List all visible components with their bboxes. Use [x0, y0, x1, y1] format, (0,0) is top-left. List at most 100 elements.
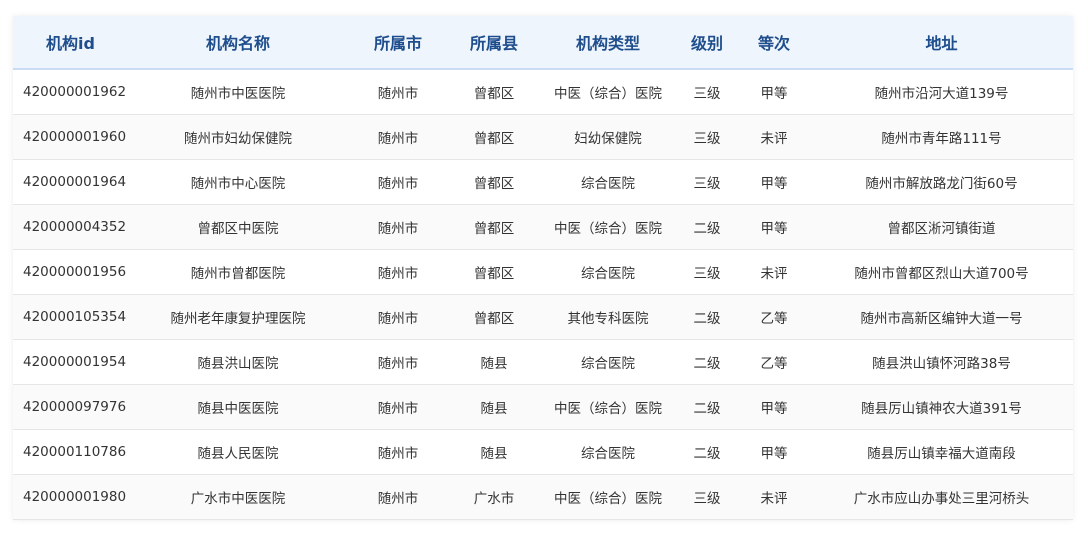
header-institution-name[interactable]: 机构名称 [128, 16, 348, 70]
cell-institution-type: 综合医院 [540, 339, 676, 385]
cell-institution-type: 其他专科医院 [540, 294, 676, 340]
cell-grade: 未评 [738, 249, 810, 295]
header-grade[interactable]: 等次 [738, 16, 810, 70]
cell-institution-id: 420000001960 [13, 114, 128, 160]
cell-grade: 未评 [738, 114, 810, 160]
cell-county: 曾都区 [448, 249, 540, 295]
cell-institution-id: 420000001956 [13, 249, 128, 295]
cell-county: 随县 [448, 429, 540, 475]
header-city[interactable]: 所属市 [348, 16, 448, 70]
table-row[interactable]: 420000001954 随县洪山医院 随州市 随县 综合医院 二级 乙等 随县… [13, 339, 1073, 385]
cell-institution-type: 综合医院 [540, 159, 676, 205]
cell-address: 随州市解放路龙门街60号 [810, 159, 1073, 205]
cell-institution-type: 中医（综合）医院 [540, 384, 676, 430]
cell-institution-name: 随州市妇幼保健院 [128, 114, 348, 160]
cell-county: 广水市 [448, 474, 540, 520]
cell-grade: 甲等 [738, 159, 810, 205]
cell-level: 三级 [676, 474, 738, 520]
table-header: 机构id 机构名称 所属市 所属县 机构类型 级别 等次 地址 [13, 16, 1073, 70]
cell-address: 随州市青年路111号 [810, 114, 1073, 160]
cell-grade: 乙等 [738, 339, 810, 385]
cell-institution-id: 420000001954 [13, 339, 128, 385]
cell-county: 曾都区 [448, 294, 540, 340]
cell-institution-id: 420000001980 [13, 474, 128, 520]
cell-address: 随州市沿河大道139号 [810, 69, 1073, 115]
hospital-table-container: 机构id 机构名称 所属市 所属县 机构类型 级别 等次 地址 42000000… [13, 16, 1073, 520]
cell-county: 曾都区 [448, 204, 540, 250]
cell-address: 随县厉山镇幸福大道南段 [810, 429, 1073, 475]
cell-grade: 甲等 [738, 429, 810, 475]
cell-city: 随州市 [348, 114, 448, 160]
cell-level: 二级 [676, 384, 738, 430]
cell-institution-name: 随县人民医院 [128, 429, 348, 475]
cell-level: 二级 [676, 204, 738, 250]
table-row[interactable]: 420000001980 广水市中医医院 随州市 广水市 中医（综合）医院 三级… [13, 474, 1073, 520]
cell-institution-name: 随州老年康复护理医院 [128, 294, 348, 340]
table-row[interactable]: 420000001964 随州市中心医院 随州市 曾都区 综合医院 三级 甲等 … [13, 159, 1073, 205]
cell-city: 随州市 [348, 249, 448, 295]
cell-city: 随州市 [348, 429, 448, 475]
cell-address: 随州市曾都区烈山大道700号 [810, 249, 1073, 295]
header-institution-id[interactable]: 机构id [13, 16, 128, 70]
header-level[interactable]: 级别 [676, 16, 738, 70]
table-row[interactable]: 420000110786 随县人民医院 随州市 随县 综合医院 二级 甲等 随县… [13, 429, 1073, 475]
cell-county: 随县 [448, 339, 540, 385]
cell-city: 随州市 [348, 294, 448, 340]
cell-institution-name: 随县洪山医院 [128, 339, 348, 385]
cell-city: 随州市 [348, 159, 448, 205]
cell-level: 三级 [676, 69, 738, 115]
cell-institution-id: 420000105354 [13, 294, 128, 340]
cell-institution-id: 420000097976 [13, 384, 128, 430]
cell-city: 随州市 [348, 69, 448, 115]
cell-county: 曾都区 [448, 69, 540, 115]
cell-institution-name: 曾都区中医院 [128, 204, 348, 250]
cell-grade: 乙等 [738, 294, 810, 340]
cell-institution-type: 中医（综合）医院 [540, 204, 676, 250]
cell-city: 随州市 [348, 339, 448, 385]
header-row: 机构id 机构名称 所属市 所属县 机构类型 级别 等次 地址 [13, 16, 1073, 70]
cell-address: 随县洪山镇怀河路38号 [810, 339, 1073, 385]
cell-institution-id: 420000001964 [13, 159, 128, 205]
cell-institution-type: 妇幼保健院 [540, 114, 676, 160]
cell-level: 二级 [676, 294, 738, 340]
cell-county: 随县 [448, 384, 540, 430]
cell-level: 三级 [676, 114, 738, 160]
cell-address: 曾都区淅河镇街道 [810, 204, 1073, 250]
cell-institution-name: 随州市曾都医院 [128, 249, 348, 295]
cell-grade: 甲等 [738, 384, 810, 430]
table-body: 420000001962 随州市中医医院 随州市 曾都区 中医（综合）医院 三级… [13, 69, 1073, 520]
cell-institution-id: 420000001962 [13, 69, 128, 115]
cell-address: 广水市应山办事处三里河桥头 [810, 474, 1073, 520]
table-row[interactable]: 420000004352 曾都区中医院 随州市 曾都区 中医（综合）医院 二级 … [13, 204, 1073, 250]
header-institution-type[interactable]: 机构类型 [540, 16, 676, 70]
cell-institution-id: 420000110786 [13, 429, 128, 475]
cell-address: 随州市高新区编钟大道一号 [810, 294, 1073, 340]
cell-grade: 未评 [738, 474, 810, 520]
table-row[interactable]: 420000001960 随州市妇幼保健院 随州市 曾都区 妇幼保健院 三级 未… [13, 114, 1073, 160]
cell-level: 三级 [676, 159, 738, 205]
header-address[interactable]: 地址 [810, 16, 1073, 70]
cell-level: 三级 [676, 249, 738, 295]
cell-city: 随州市 [348, 204, 448, 250]
cell-grade: 甲等 [738, 69, 810, 115]
cell-institution-type: 中医（综合）医院 [540, 69, 676, 115]
cell-city: 随州市 [348, 474, 448, 520]
cell-institution-name: 随州市中心医院 [128, 159, 348, 205]
cell-institution-type: 中医（综合）医院 [540, 474, 676, 520]
cell-institution-type: 综合医院 [540, 429, 676, 475]
cell-county: 曾都区 [448, 114, 540, 160]
table-row[interactable]: 420000097976 随县中医医院 随州市 随县 中医（综合）医院 二级 甲… [13, 384, 1073, 430]
cell-city: 随州市 [348, 384, 448, 430]
cell-address: 随县厉山镇神农大道391号 [810, 384, 1073, 430]
cell-institution-id: 420000004352 [13, 204, 128, 250]
cell-institution-name: 广水市中医医院 [128, 474, 348, 520]
table-row[interactable]: 420000105354 随州老年康复护理医院 随州市 曾都区 其他专科医院 二… [13, 294, 1073, 340]
hospital-table: 机构id 机构名称 所属市 所属县 机构类型 级别 等次 地址 42000000… [13, 16, 1073, 520]
cell-institution-name: 随县中医医院 [128, 384, 348, 430]
cell-institution-name: 随州市中医医院 [128, 69, 348, 115]
header-county[interactable]: 所属县 [448, 16, 540, 70]
cell-institution-type: 综合医院 [540, 249, 676, 295]
cell-county: 曾都区 [448, 159, 540, 205]
table-row[interactable]: 420000001962 随州市中医医院 随州市 曾都区 中医（综合）医院 三级… [13, 69, 1073, 115]
table-row[interactable]: 420000001956 随州市曾都医院 随州市 曾都区 综合医院 三级 未评 … [13, 249, 1073, 295]
